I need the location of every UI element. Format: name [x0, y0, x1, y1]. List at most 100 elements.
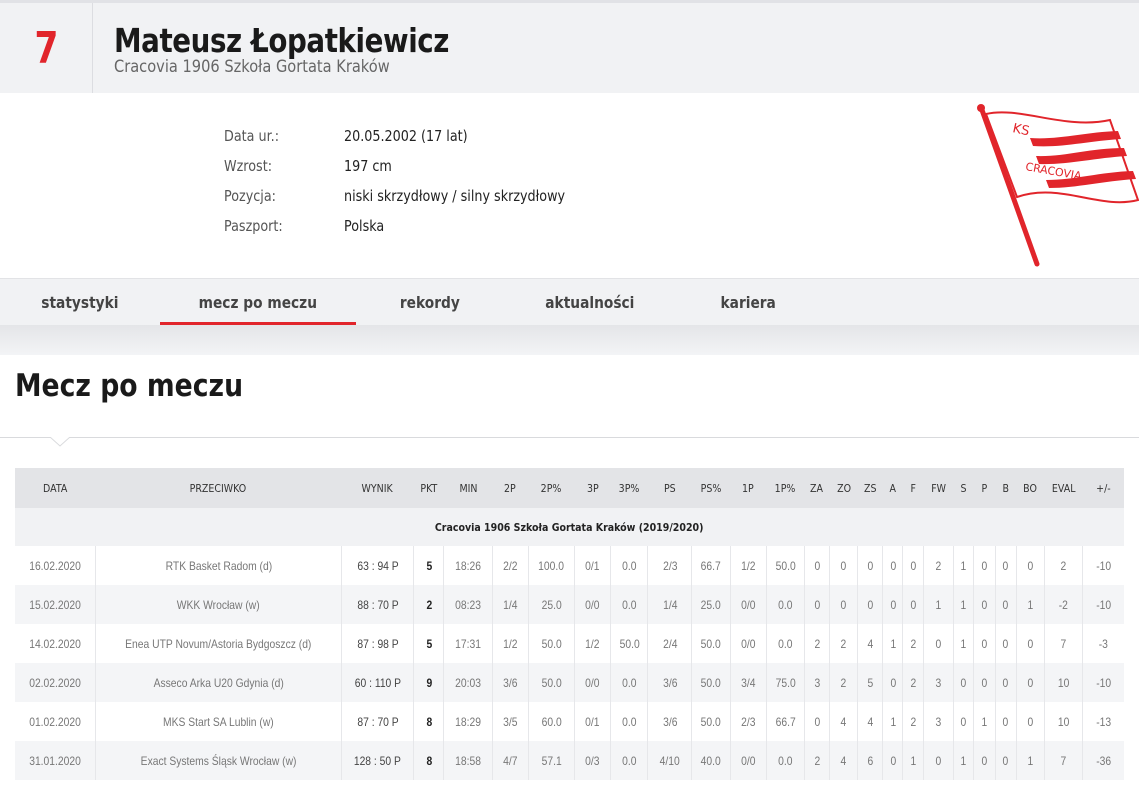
table-cell: 2	[923, 546, 954, 585]
col-header[interactable]: PKT	[413, 468, 444, 508]
table-cell: 1	[1016, 585, 1046, 624]
col-header[interactable]: PRZECIWKO	[95, 468, 342, 508]
table-cell: -13	[1096, 714, 1112, 729]
col-header[interactable]: F	[902, 468, 924, 508]
table-cell: 0	[953, 702, 974, 741]
table-cell: 0	[1016, 702, 1046, 741]
col-header[interactable]: EVAL	[1044, 468, 1083, 508]
match-result-cell[interactable]: 87 : 98 P	[341, 624, 415, 663]
table-cell: 0	[902, 546, 925, 585]
table-cell: 1	[902, 741, 925, 780]
table-cell: 0/0	[574, 663, 612, 702]
table-cell: 0	[995, 702, 1017, 741]
col-header[interactable]: B	[995, 468, 1017, 508]
match-date-cell: 31.01.2020	[15, 741, 96, 780]
table-cell: 0	[1016, 663, 1046, 702]
opponent-cell[interactable]: MKS Start SA Lublin (w)	[95, 702, 342, 741]
table-row: 31.01.2020 Exact Systems Śląsk Wrocław (w…	[15, 741, 1124, 780]
col-header[interactable]: 2P	[492, 468, 529, 508]
table-cell: 1/2	[730, 546, 767, 585]
info-label: Data ur.:	[224, 127, 279, 145]
tab-aktualnosci[interactable]: aktualności	[504, 279, 676, 326]
table-header-row: DATA PRZECIWKO WYNIK PKT MIN 2P 2P% 3P 3…	[15, 468, 1124, 508]
table-cell: 4	[857, 702, 884, 741]
match-result-cell[interactable]: 63 : 94 P	[341, 546, 415, 585]
table-row: 16.02.2020 RTK Basket Radom (d) 63 : 94 P5…	[15, 546, 1124, 585]
col-header[interactable]: DATA	[15, 468, 96, 508]
col-header[interactable]: +/-	[1082, 468, 1124, 508]
table-cell: 08:23	[443, 585, 493, 624]
match-result-cell[interactable]: 88 : 70 P	[341, 585, 415, 624]
table-cell: 0	[804, 585, 831, 624]
table-cell: 0/0	[730, 741, 767, 780]
table-cell: 17:31	[443, 624, 493, 663]
cracovia-logo: KS CRACOVIA	[977, 104, 1139, 267]
player-team[interactable]: Cracovia 1906 Szkoła Gortata Kraków	[114, 57, 390, 77]
table-cell: 0	[923, 624, 954, 663]
col-header[interactable]: PS	[647, 468, 692, 508]
table-cell: 3	[923, 663, 954, 702]
season-label[interactable]: Cracovia 1906 Szkoła Gortata Kraków (201…	[15, 508, 1124, 546]
match-date-cell: 14.02.2020	[15, 624, 96, 663]
section-divider-band	[0, 325, 1139, 355]
table-cell: 0.0	[610, 741, 649, 780]
table-cell: 4/7	[492, 741, 529, 780]
col-header[interactable]: 2P%	[528, 468, 575, 508]
match-result-cell[interactable]: 128 : 50 P	[341, 741, 415, 780]
tab-statystyki[interactable]: statystyki	[0, 279, 160, 326]
match-result-cell[interactable]: 60 : 110 P	[341, 663, 415, 702]
col-header[interactable]: 3P	[574, 468, 611, 508]
opponent-cell[interactable]: WKK Wrocław (w)	[95, 585, 342, 624]
col-header[interactable]: ZO	[829, 468, 858, 508]
col-header[interactable]: MIN	[443, 468, 493, 508]
table-cell: -2	[1044, 585, 1084, 624]
col-header[interactable]: P	[973, 468, 996, 508]
col-header[interactable]: FW	[923, 468, 954, 508]
table-cell: 2	[902, 702, 925, 741]
opponent-cell[interactable]: Asseco Arka U20 Gdynia (d)	[95, 663, 342, 702]
col-header[interactable]: ZS	[857, 468, 883, 508]
opponent-cell[interactable]: RTK Basket Radom (d)	[95, 546, 342, 585]
col-header[interactable]: WYNIK	[341, 468, 414, 508]
col-header[interactable]: S	[953, 468, 974, 508]
table-cell: 50.0	[528, 624, 575, 663]
table-cell: 2	[413, 585, 445, 624]
table-cell: 3/5	[492, 702, 529, 741]
table-cell: -36	[1082, 741, 1124, 780]
table-cell: 0/0	[574, 585, 612, 624]
col-header[interactable]: PS%	[691, 468, 731, 508]
col-header[interactable]: 3P%	[610, 468, 648, 508]
table-cell: 3/6	[647, 702, 693, 741]
table-cell: 2/4	[647, 624, 693, 663]
col-header[interactable]: 1P	[730, 468, 767, 508]
tab-kariera[interactable]: kariera	[676, 279, 820, 326]
table-cell: 0	[882, 546, 904, 585]
table-cell: 2/2	[492, 546, 529, 585]
table-cell: 0.0	[610, 546, 649, 585]
table-cell: 0	[804, 702, 831, 741]
col-header[interactable]: BO	[1016, 468, 1045, 508]
table-cell: 0	[995, 663, 1017, 702]
table-cell: 1/4	[492, 585, 529, 624]
table-cell: 10	[1044, 663, 1084, 702]
match-result-cell[interactable]: 87 : 70 P	[341, 702, 415, 741]
table-cell: 50.0	[766, 546, 805, 585]
tab-mecz-po-meczu[interactable]: mecz po meczu	[160, 279, 356, 326]
col-header[interactable]: 1P%	[766, 468, 805, 508]
table-cell: 18:58	[443, 741, 493, 780]
table-cell: 0.0	[610, 702, 649, 741]
opponent-cell[interactable]: Enea UTP Novum/Astoria Bydgoszcz (d)	[95, 624, 342, 663]
table-cell: 50.0	[691, 624, 731, 663]
table-cell: 2	[829, 624, 859, 663]
table-cell: 1	[953, 624, 974, 663]
table-row: 15.02.2020 WKK Wrocław (w) 88 : 70 P 2 08:23…	[15, 585, 1124, 624]
table-cell: 0/1	[574, 702, 612, 741]
col-header[interactable]: ZA	[804, 468, 830, 508]
info-value: 20.05.2002 (17 lat)	[344, 127, 468, 145]
player-header: 7 Mateusz Łopatkiewicz Cracovia 1906 Szk…	[0, 3, 1139, 93]
tab-rekordy[interactable]: rekordy	[356, 279, 504, 326]
player-number-box: 7	[0, 3, 93, 93]
table-cell: 1	[953, 585, 974, 624]
opponent-cell[interactable]: Exact Systems Śląsk Wrocław (w)	[95, 741, 342, 780]
col-header[interactable]: A	[882, 468, 903, 508]
